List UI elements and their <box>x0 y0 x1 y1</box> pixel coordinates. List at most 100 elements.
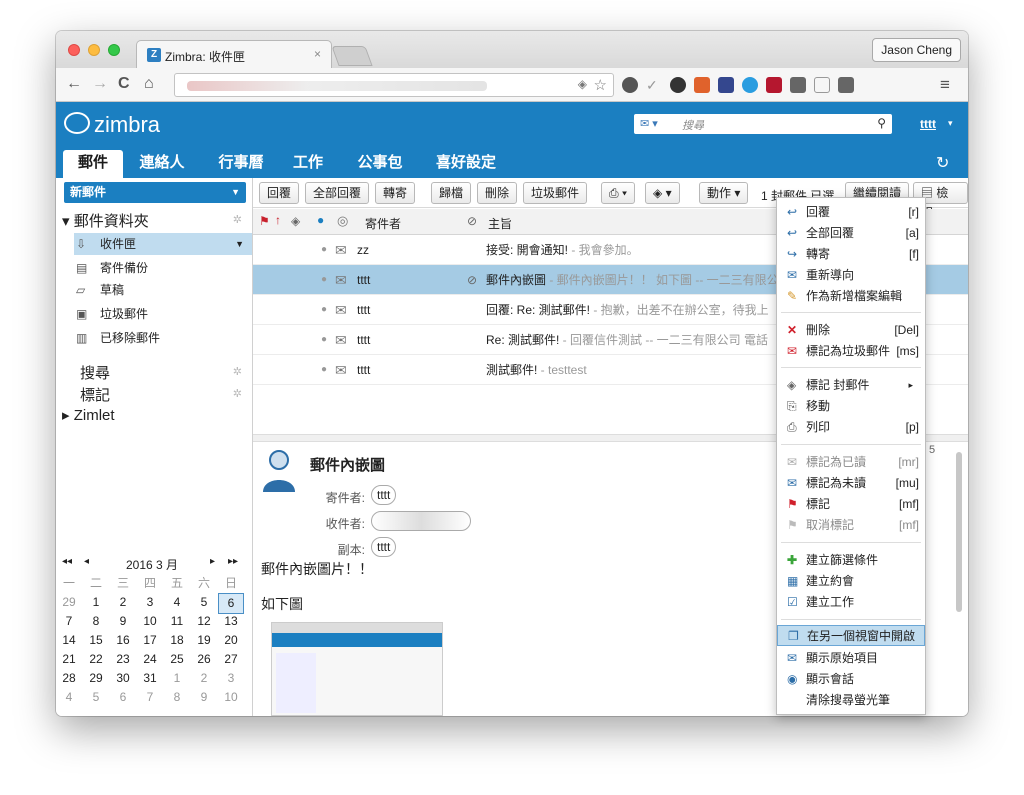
menu-item-create-filter[interactable]: ✚ 建立篩選條件 <box>777 550 925 571</box>
calendar-day[interactable]: 8 <box>164 688 190 707</box>
extension-puzzle-icon[interactable] <box>790 77 806 93</box>
menu-item-flag[interactable]: ⚑ 標記 [mf] <box>777 494 925 515</box>
calendar-day[interactable]: 10 <box>218 688 244 707</box>
new-tab-button[interactable] <box>331 46 373 66</box>
archive-button[interactable]: 歸檔 <box>431 182 472 204</box>
prev-year-icon[interactable]: ◂◂ <box>62 556 72 567</box>
menu-item-mark-spam[interactable]: ✉ 標記為垃圾郵件 [ms] <box>777 341 925 362</box>
menu-item-redirect[interactable]: ✉ 重新導向 <box>777 265 925 286</box>
user-menu[interactable]: tttt <box>920 117 936 131</box>
folder-sent[interactable]: ▤ 寄件備份 <box>74 257 252 279</box>
calendar-day[interactable]: 27 <box>218 650 244 669</box>
folder-junk[interactable]: ▣ 垃圾郵件 <box>74 303 252 325</box>
calendar-day[interactable]: 26 <box>191 650 217 669</box>
menu-item-reply-all[interactable]: ↩ 全部回覆 [a] <box>777 223 925 244</box>
tag-column-icon[interactable]: ◈ <box>291 214 300 228</box>
extension-puzzle2-icon[interactable] <box>838 77 854 93</box>
calendar-day[interactable]: 29 <box>83 669 109 688</box>
inline-image[interactable] <box>271 622 443 716</box>
reply-all-button[interactable]: 全部回覆 <box>305 182 370 204</box>
spam-button[interactable]: 垃圾郵件 <box>523 182 588 204</box>
refresh-icon[interactable]: ↻ <box>936 153 949 173</box>
read-dot-icon[interactable]: ● <box>321 295 327 325</box>
calendar-day[interactable]: 23 <box>110 650 136 669</box>
maximize-window-icon[interactable] <box>108 44 120 56</box>
folder-trash[interactable]: ▥ 已移除郵件 <box>74 327 252 349</box>
tab-preferences[interactable]: 喜好設定 <box>426 150 506 178</box>
calendar-day[interactable]: 25 <box>164 650 190 669</box>
folders-gear-icon[interactable]: ✲ <box>233 213 242 226</box>
zimlet-section[interactable]: ▸ Zimlet <box>62 406 115 424</box>
extension-home-icon[interactable] <box>694 77 710 93</box>
calendar-day[interactable]: 15 <box>83 631 109 650</box>
tab-briefcase[interactable]: 公事包 <box>348 150 412 178</box>
chevron-down-icon[interactable]: ▼ <box>231 182 240 203</box>
read-dot-icon[interactable]: ● <box>321 265 327 295</box>
next-year-icon[interactable]: ▸▸ <box>228 556 238 567</box>
column-subject[interactable]: 主旨 <box>488 215 512 232</box>
from-pill[interactable]: tttt <box>371 485 397 505</box>
menu-item-create-task[interactable]: ☑ 建立工作 <box>777 592 925 613</box>
calendar-day[interactable]: 12 <box>191 612 217 631</box>
calendar-day[interactable]: 11 <box>164 612 190 631</box>
menu-item-move[interactable]: ⎘ 移動 <box>777 396 925 417</box>
read-status-column-icon[interactable]: ● <box>317 213 324 227</box>
calendar-day[interactable]: 19 <box>191 631 217 650</box>
calendar-day[interactable]: 21 <box>56 650 82 669</box>
menu-item-edit-as-new[interactable]: ✎ 作為新增檔案編輯 <box>777 286 925 307</box>
calendar-day[interactable]: 18 <box>164 631 190 650</box>
menu-item-open-new-window[interactable]: ❐ 在另一個視窗中開啟 <box>777 625 925 646</box>
tab-mail[interactable]: 郵件 <box>63 150 123 178</box>
search-field[interactable]: ✉ ▾ 搜尋 ⚲ <box>634 114 892 134</box>
menu-item-forward[interactable]: ↪ 轉寄 [f] <box>777 244 925 265</box>
menu-icon[interactable]: ≡ <box>940 75 950 95</box>
extension-sync-icon[interactable] <box>742 77 758 93</box>
search-section[interactable]: 搜尋 <box>80 362 110 383</box>
calendar-day[interactable]: 5 <box>191 593 217 612</box>
tab-calendar[interactable]: 行事曆 <box>208 150 274 178</box>
action-dropdown-button[interactable]: 動作 ▾ <box>699 182 749 204</box>
calendar-day[interactable]: 8 <box>83 612 109 631</box>
menu-item-mark-unread[interactable]: ✉ 標記為未讀 [mu] <box>777 473 925 494</box>
user-menu-arrow-icon[interactable]: ▾ <box>948 118 953 129</box>
menu-item-mark-read[interactable]: ✉ 標記為已讀 [mr] <box>777 452 925 473</box>
calendar-day[interactable]: 22 <box>83 650 109 669</box>
close-window-icon[interactable] <box>68 44 80 56</box>
address-bar[interactable]: ☆ ◈ <box>174 73 614 97</box>
tab-contacts[interactable]: 連絡人 <box>132 150 192 178</box>
calendar-title[interactable]: 2016 3 月 <box>126 556 178 573</box>
menu-item-show-conversation[interactable]: ◉ 顯示會話 <box>777 669 925 690</box>
calendar-day[interactable]: 2 <box>110 593 136 612</box>
calendar-day[interactable]: 10 <box>137 612 163 631</box>
priority-column-icon[interactable]: ↑ <box>275 213 281 227</box>
calendar-day[interactable]: 31 <box>137 669 163 688</box>
calendar-day[interactable]: 14 <box>56 631 82 650</box>
calendar-day[interactable]: 30 <box>110 669 136 688</box>
back-icon[interactable]: ← <box>66 75 82 93</box>
chevron-down-icon[interactable]: ▼ <box>235 233 244 255</box>
menu-item-unflag[interactable]: ⚑ 取消標記 [mf] <box>777 515 925 536</box>
folder-inbox[interactable]: ⇩ 收件匣 ▼ <box>74 233 252 255</box>
reload-icon[interactable]: C <box>118 75 130 93</box>
forward-button[interactable]: 轉寄 <box>375 182 416 204</box>
calendar-day[interactable]: 13 <box>218 612 244 631</box>
calendar-day[interactable]: 1 <box>164 669 190 688</box>
print-dropdown-button[interactable]: ⎙ ▾ <box>601 182 635 204</box>
menu-item-show-original[interactable]: ✉ 顯示原始項目 <box>777 648 925 669</box>
calendar-day[interactable]: 5 <box>83 688 109 707</box>
forward-icon[interactable]: → <box>92 75 108 93</box>
calendar-day[interactable]: 4 <box>164 593 190 612</box>
calendar-day[interactable]: 2 <box>191 669 217 688</box>
read-dot-icon[interactable]: ● <box>321 235 327 265</box>
reading-scrollbar[interactable] <box>956 452 962 612</box>
calendar-day[interactable]: 3 <box>137 593 163 612</box>
attachment-column-icon[interactable]: ⊘ <box>467 214 477 228</box>
reply-button[interactable]: 回覆 <box>259 182 300 204</box>
home-icon[interactable]: ⌂ <box>144 75 154 93</box>
to-pill-blurred[interactable] <box>371 511 471 531</box>
delete-button[interactable]: 刪除 <box>477 182 518 204</box>
menu-item-delete[interactable]: ✕ 刪除 [Del] <box>777 320 925 341</box>
extension-undo-icon[interactable] <box>622 77 638 93</box>
flag-column-icon[interactable]: ⚑ <box>259 214 270 228</box>
calendar-day[interactable]: 16 <box>110 631 136 650</box>
